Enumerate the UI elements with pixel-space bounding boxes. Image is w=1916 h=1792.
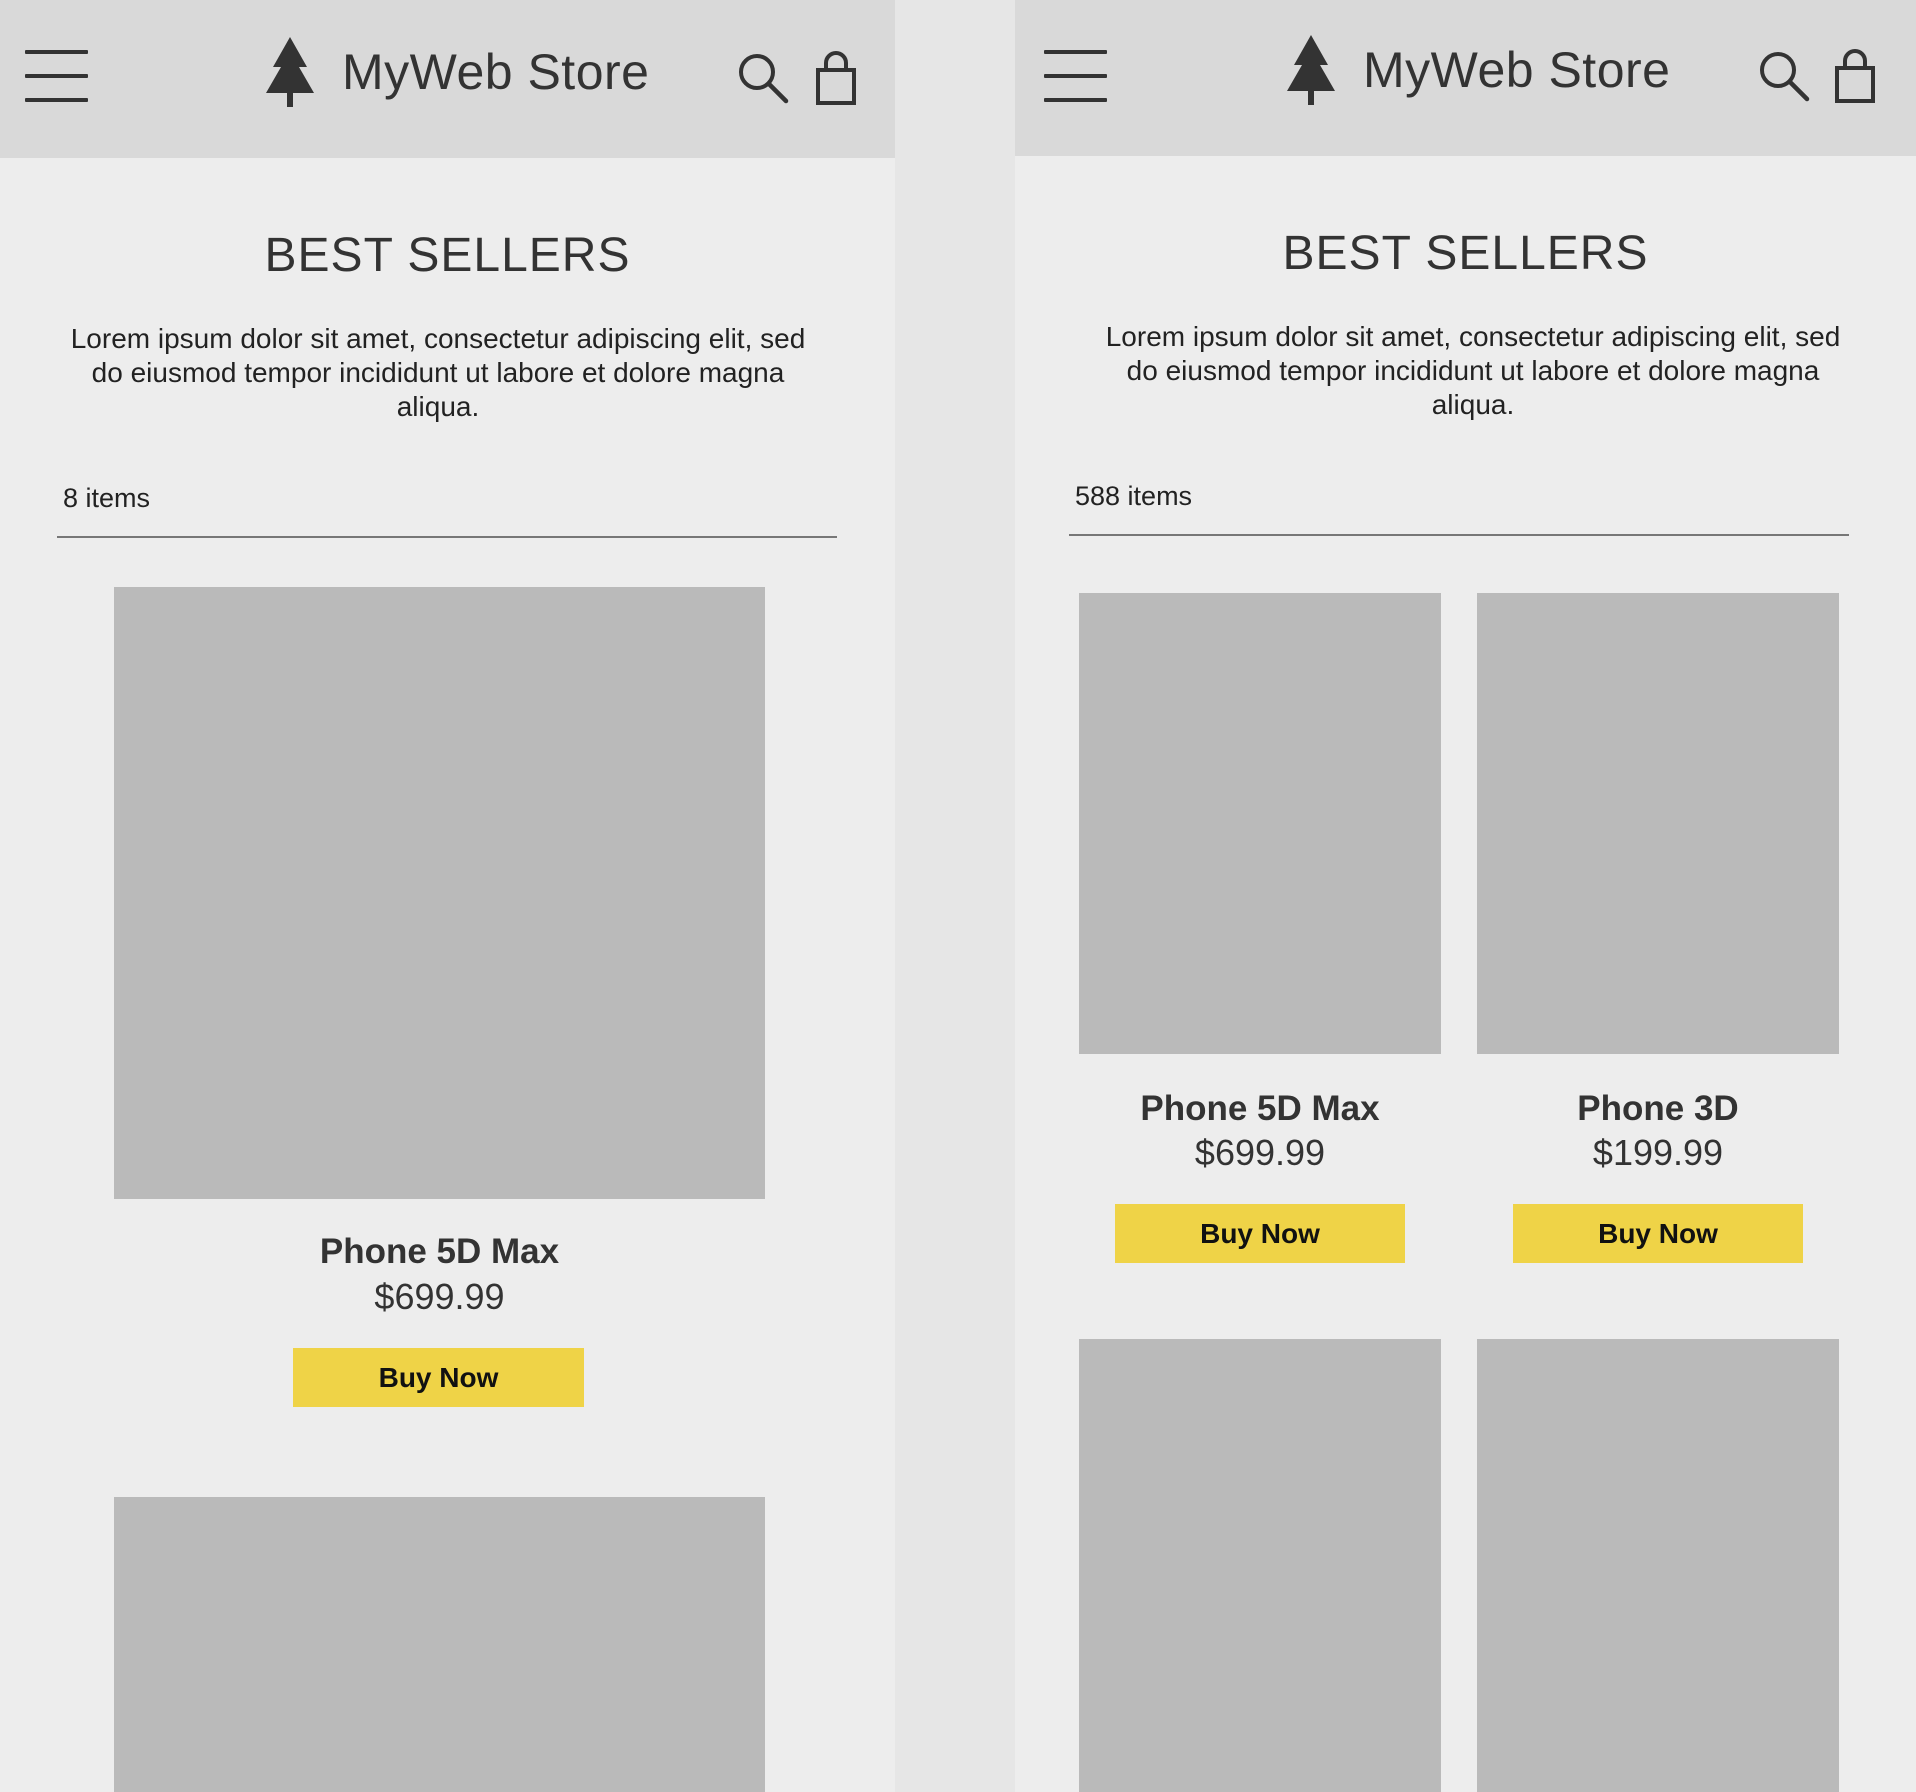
divider	[1069, 534, 1849, 536]
page-title: BEST SELLERS	[264, 229, 631, 282]
hamburger-menu-icon[interactable]	[25, 50, 88, 102]
search-icon[interactable]	[1758, 50, 1810, 102]
product-price: $699.99	[1194, 1132, 1326, 1173]
pine-tree-icon	[1287, 35, 1335, 105]
product-image[interactable]	[1477, 1339, 1839, 1792]
page-title: BEST SELLERS	[1282, 227, 1649, 280]
search-icon[interactable]	[737, 52, 789, 104]
intro-text: Lorem ipsum dolor sit amet, consectetur …	[70, 323, 806, 422]
brand-name: MyWeb Store	[1363, 42, 1671, 98]
product-price: $199.99	[1592, 1132, 1724, 1173]
buy-now-button[interactable]: Buy Now	[1115, 1204, 1405, 1263]
divider	[57, 536, 837, 538]
product-image[interactable]	[1079, 593, 1441, 1054]
item-count: 588 items	[1075, 481, 1193, 511]
product-image[interactable]	[114, 1497, 765, 1792]
product-image[interactable]	[114, 587, 765, 1199]
item-count: 8 items	[63, 483, 151, 513]
site-header: MyWeb Store	[0, 0, 895, 158]
mobile-layout-panel: MyWeb Store BEST SELLERS Lorem ipsum dol…	[0, 0, 895, 1792]
brand[interactable]: MyWeb Store	[1283, 34, 1670, 106]
tablet-layout-panel: MyWeb Store BEST SELLERS Lorem ipsum dol…	[1015, 0, 1916, 1792]
buy-now-button[interactable]: Buy Now	[1513, 1204, 1803, 1263]
product-name[interactable]: Phone 3D	[1477, 1089, 1839, 1129]
brand[interactable]: MyWeb Store	[262, 36, 649, 108]
product-image[interactable]	[1079, 1339, 1441, 1792]
shopping-bag-icon[interactable]	[815, 50, 857, 106]
product-image[interactable]	[1477, 593, 1839, 1054]
product-name[interactable]: Phone 5D Max	[114, 1232, 765, 1272]
buy-now-button[interactable]: Buy Now	[293, 1348, 584, 1407]
intro-text: Lorem ipsum dolor sit amet, consectetur …	[1105, 321, 1841, 420]
shopping-bag-icon[interactable]	[1834, 48, 1876, 104]
product-price: $699.99	[374, 1276, 505, 1317]
hamburger-menu-icon[interactable]	[1044, 50, 1107, 102]
brand-name: MyWeb Store	[342, 44, 650, 100]
pine-tree-icon	[266, 37, 314, 107]
site-header: MyWeb Store	[1015, 0, 1916, 156]
product-name[interactable]: Phone 5D Max	[1079, 1089, 1441, 1129]
